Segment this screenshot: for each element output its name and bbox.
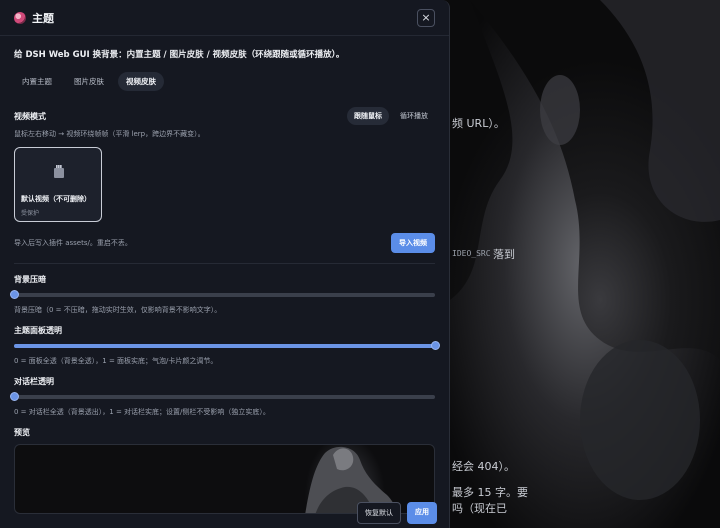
slider-section-panel: 主题面板透明 0 = 面板全透（背景全透），1 = 面板实底；气泡/卡片颜之调节… bbox=[14, 325, 440, 366]
slider-section-dim: 背景压暗 背景压暗（0 = 不压暗，拖动实时生效，仅影响背景不影响文字）。 bbox=[10, 274, 435, 315]
bg-text-line: 吗（现在已 bbox=[452, 502, 507, 515]
theme-dialog: 主题 × 给 DSH Web GUI 换背景：内置主题 / 图片皮肤 / 视频皮… bbox=[0, 0, 450, 528]
video-mode-toggle: 跟随鼠标 循环播放 bbox=[347, 107, 435, 125]
divider bbox=[14, 263, 435, 264]
theme-tabs: 内置主题 图片皮肤 视频皮肤 bbox=[14, 72, 435, 91]
import-hint: 导入后写入插件 assets/。重启不丢。 bbox=[14, 239, 132, 247]
dialog-description: 给 DSH Web GUI 换背景：内置主题 / 图片皮肤 / 视频皮肤（环绕跟… bbox=[14, 50, 345, 60]
tab-video-skin[interactable]: 视频皮肤 bbox=[118, 72, 164, 91]
slider-description: 0 = 对话栏全透（背景透出），1 = 对话栏实底；设置/侧栏不受影响（独立实底… bbox=[14, 408, 270, 416]
tab-builtin-theme[interactable]: 内置主题 bbox=[14, 72, 60, 91]
import-video-button[interactable]: 导入视频 bbox=[391, 233, 435, 253]
dialog-title: 主题 bbox=[32, 11, 54, 25]
palette-icon bbox=[14, 11, 26, 24]
mode-loop-play-button[interactable]: 循环播放 bbox=[393, 107, 435, 125]
apply-button[interactable]: 应用 bbox=[407, 502, 437, 524]
reset-default-button[interactable]: 恢复默认 bbox=[357, 502, 401, 524]
dialog-header: 主题 × bbox=[0, 0, 449, 36]
chat-bar-opacity-slider[interactable] bbox=[10, 392, 435, 401]
bg-text-line: 落到 bbox=[493, 248, 515, 261]
video-mode-hint: 鼠标左右移动 → 视频环绕帧帧（平滑 lerp，跨边界不藏变）。 bbox=[14, 130, 205, 138]
tab-image-skin[interactable]: 图片皮肤 bbox=[66, 72, 112, 91]
bg-text-line: 经会 404）。 bbox=[452, 460, 515, 473]
bg-text-line: 频 URL）。 bbox=[452, 117, 505, 130]
default-video-card[interactable]: 默认视频（不可删除） 受保护 bbox=[14, 147, 102, 222]
video-card-subtitle: 受保护 bbox=[21, 210, 40, 217]
close-button[interactable]: × bbox=[417, 8, 435, 27]
video-card-title: 默认视频（不可删除） bbox=[21, 195, 91, 203]
background-dim-slider[interactable] bbox=[10, 290, 435, 299]
slider-title: 背景压暗 bbox=[14, 275, 46, 284]
slider-description: 背景压暗（0 = 不压暗，拖动实时生效，仅影响背景不影响文字）。 bbox=[14, 306, 222, 314]
clapperboard-icon bbox=[54, 165, 64, 178]
slider-section-chat: 对话栏透明 0 = 对话栏全透（背景透出），1 = 对话栏实底；设置/侧栏不受影… bbox=[10, 376, 435, 417]
slider-thumb[interactable] bbox=[10, 290, 19, 299]
bg-code-snippet: IDEO_SRC bbox=[452, 249, 491, 258]
video-mode-title: 视频模式 bbox=[14, 111, 46, 121]
preview-title: 预览 bbox=[14, 428, 30, 437]
slider-title: 对话栏透明 bbox=[14, 377, 54, 386]
slider-description: 0 = 面板全透（背景全透），1 = 面板实底；气泡/卡片颜之调节。 bbox=[14, 357, 218, 365]
slider-thumb[interactable] bbox=[10, 392, 19, 401]
bg-text-line: 最多 15 字。要 bbox=[452, 486, 528, 499]
slider-title: 主题面板透明 bbox=[14, 326, 62, 335]
panel-opacity-slider[interactable] bbox=[14, 341, 440, 350]
slider-thumb[interactable] bbox=[431, 341, 440, 350]
dialog-footer: 恢复默认 应用 bbox=[357, 502, 437, 524]
mode-follow-mouse-button[interactable]: 跟随鼠标 bbox=[347, 107, 389, 125]
